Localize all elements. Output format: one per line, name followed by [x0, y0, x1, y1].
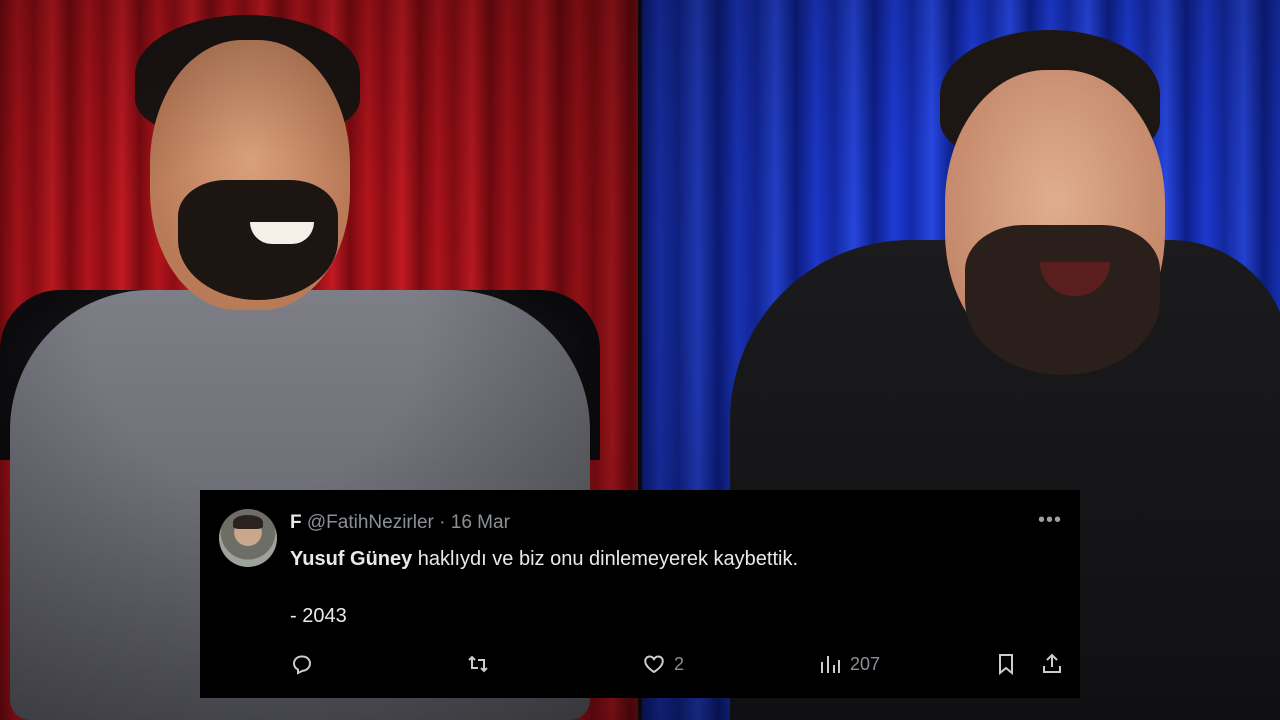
more-options-icon[interactable]: •••	[1038, 510, 1062, 534]
header-separator: ·	[439, 512, 446, 533]
tweet-body-text: haklıydı ve biz onu dinlemeyerek kaybett…	[412, 548, 799, 570]
screenshot-stage: F @FatihNezirler · 16 Mar ••• Yusuf Güne…	[0, 0, 1280, 720]
tweet-card[interactable]: F @FatihNezirler · 16 Mar ••• Yusuf Güne…	[200, 490, 1080, 698]
armchair	[0, 290, 600, 460]
left-person-smile	[250, 222, 314, 244]
avatar-hair	[233, 515, 263, 529]
right-person-beard	[965, 225, 1160, 375]
tweet-date[interactable]: 16 Mar	[451, 512, 510, 533]
views-button[interactable]: 207	[818, 650, 880, 678]
tweet-signature: - 2043	[290, 605, 347, 627]
tweet-body: Yusuf Güney haklıydı ve biz onu dinlemey…	[290, 546, 798, 572]
like-count: 2	[674, 653, 685, 674]
tweet-mention: Yusuf Güney	[290, 548, 413, 570]
bookmark-button[interactable]	[994, 650, 1018, 678]
left-person-face	[150, 40, 350, 310]
left-person-beard	[178, 180, 338, 300]
share-button[interactable]	[1040, 650, 1064, 678]
user-avatar[interactable]	[219, 509, 277, 567]
retweet-button[interactable]	[466, 650, 498, 678]
bookmark-icon	[999, 654, 1013, 676]
reply-icon	[292, 655, 312, 675]
reply-button[interactable]	[290, 650, 322, 678]
user-handle[interactable]: @FatihNezirler	[307, 512, 434, 533]
left-person-hair	[135, 15, 360, 135]
views-icon	[821, 656, 840, 673]
views-count: 207	[850, 653, 881, 674]
tweet-header: F @FatihNezirler · 16 Mar	[290, 512, 510, 534]
tweet-action-bar: 2 207	[290, 650, 1065, 678]
heart-icon	[644, 655, 664, 674]
display-name[interactable]: F	[290, 512, 302, 533]
retweet-icon	[468, 655, 488, 673]
like-button[interactable]: 2	[642, 650, 684, 678]
share-icon	[1043, 653, 1061, 673]
